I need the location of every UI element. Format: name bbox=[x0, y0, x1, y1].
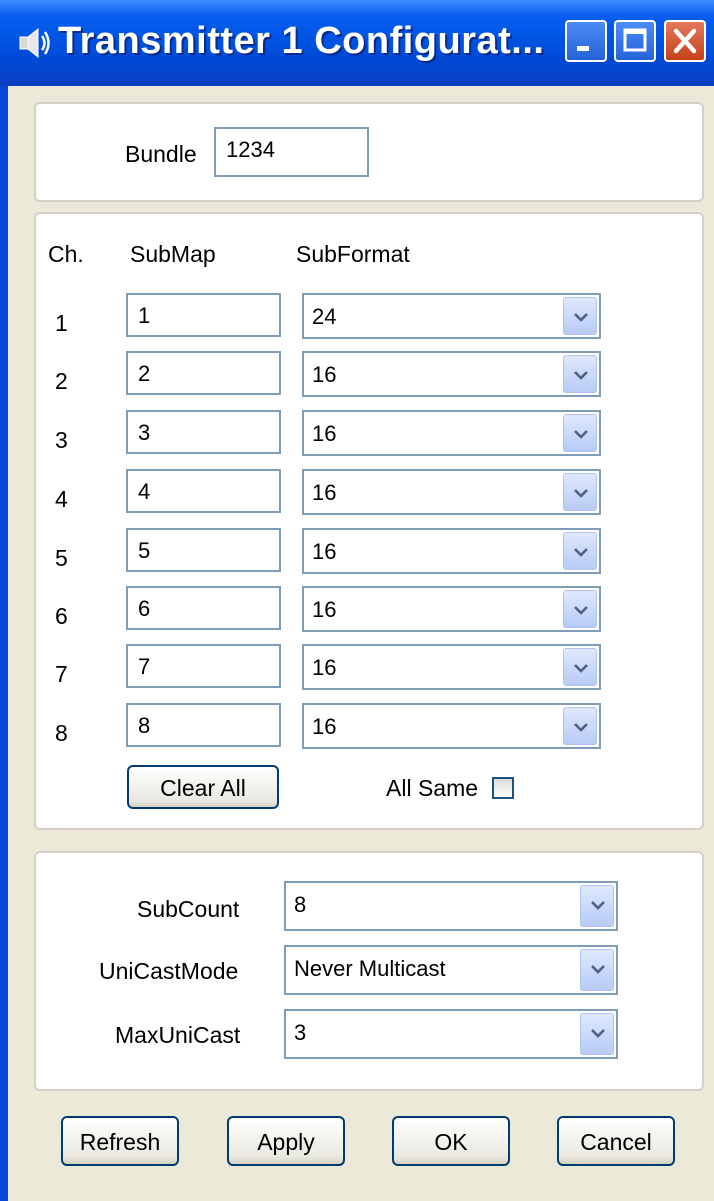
dropdown-button[interactable] bbox=[563, 473, 597, 511]
subformat-select-4[interactable]: 16 bbox=[302, 469, 601, 515]
dropdown-button[interactable] bbox=[580, 885, 614, 927]
submap-input-3[interactable]: 3 bbox=[126, 410, 281, 454]
bundle-label: Bundle bbox=[125, 141, 197, 167]
subformat-value: 16 bbox=[312, 539, 337, 564]
chevron-down-icon bbox=[591, 1029, 605, 1038]
submap-input-4[interactable]: 4 bbox=[126, 469, 281, 513]
dropdown-button[interactable] bbox=[563, 297, 597, 335]
dialog-window: Transmitter 1 Configurat... Bundle 1234 … bbox=[0, 0, 714, 1201]
max-unicast-value: 3 bbox=[294, 1020, 307, 1045]
submap-input-5[interactable]: 5 bbox=[126, 528, 281, 572]
max-unicast-select[interactable]: 3 bbox=[284, 1009, 618, 1059]
dropdown-button[interactable] bbox=[563, 414, 597, 452]
subcount-select[interactable]: 8 bbox=[284, 881, 618, 931]
all-same-checkbox[interactable] bbox=[492, 777, 514, 799]
submap-input-6[interactable]: 6 bbox=[126, 586, 281, 630]
submap-input-8[interactable]: 8 bbox=[126, 703, 281, 747]
unicast-mode-label: UniCastMode bbox=[99, 958, 239, 984]
dropdown-button[interactable] bbox=[580, 1013, 614, 1055]
maximize-icon bbox=[623, 28, 647, 52]
submap-input-1[interactable]: 1 bbox=[126, 293, 281, 337]
subcount-value: 8 bbox=[294, 892, 307, 917]
minimize-button[interactable] bbox=[565, 20, 607, 62]
subformat-select-3[interactable]: 16 bbox=[302, 410, 601, 456]
channel-number: 8 bbox=[55, 720, 68, 746]
subformat-value: 16 bbox=[312, 480, 337, 505]
chevron-down-icon bbox=[591, 965, 605, 974]
refresh-button[interactable]: Refresh bbox=[61, 1116, 179, 1166]
window-frame-left bbox=[0, 86, 8, 1201]
chevron-down-icon bbox=[574, 606, 588, 615]
dropdown-button[interactable] bbox=[563, 590, 597, 628]
chevron-down-icon bbox=[574, 664, 588, 673]
dropdown-button[interactable] bbox=[580, 949, 614, 991]
channel-number: 1 bbox=[55, 310, 68, 336]
dropdown-button[interactable] bbox=[563, 532, 597, 570]
header-ch: Ch. bbox=[48, 241, 84, 267]
header-subformat: SubFormat bbox=[296, 241, 410, 267]
close-button[interactable] bbox=[664, 20, 706, 62]
subformat-value: 16 bbox=[312, 421, 337, 446]
subformat-select-6[interactable]: 16 bbox=[302, 586, 601, 632]
subformat-value: 16 bbox=[312, 597, 337, 622]
unicast-mode-value: Never Multicast bbox=[294, 956, 446, 981]
all-same-label: All Same bbox=[386, 775, 479, 801]
channel-number: 5 bbox=[55, 545, 68, 571]
channel-number: 6 bbox=[55, 603, 68, 629]
chevron-down-icon bbox=[591, 901, 605, 910]
bundle-input[interactable]: 1234 bbox=[214, 127, 369, 177]
unicast-mode-select[interactable]: Never Multicast bbox=[284, 945, 618, 995]
chevron-down-icon bbox=[574, 548, 588, 557]
close-icon bbox=[673, 28, 697, 54]
subformat-value: 24 bbox=[312, 304, 337, 329]
dropdown-button[interactable] bbox=[563, 648, 597, 686]
submap-input-2[interactable]: 2 bbox=[126, 351, 281, 395]
dropdown-button[interactable] bbox=[563, 355, 597, 393]
max-unicast-label: MaxUniCast bbox=[115, 1022, 241, 1048]
minimize-icon bbox=[577, 46, 589, 51]
subformat-select-7[interactable]: 16 bbox=[302, 644, 601, 690]
chevron-down-icon bbox=[574, 489, 588, 498]
channel-number: 2 bbox=[55, 368, 68, 394]
subcount-label: SubCount bbox=[137, 896, 240, 922]
subformat-select-1[interactable]: 24 bbox=[302, 293, 601, 339]
title-bar[interactable]: Transmitter 1 Configurat... bbox=[0, 0, 714, 86]
channel-number: 3 bbox=[55, 427, 68, 453]
header-submap: SubMap bbox=[130, 241, 216, 267]
subformat-select-2[interactable]: 16 bbox=[302, 351, 601, 397]
ok-button[interactable]: OK bbox=[392, 1116, 510, 1166]
subformat-value: 16 bbox=[312, 362, 337, 387]
cancel-button[interactable]: Cancel bbox=[557, 1116, 675, 1166]
chevron-down-icon bbox=[574, 371, 588, 380]
channel-number: 4 bbox=[55, 486, 68, 512]
chevron-down-icon bbox=[574, 723, 588, 732]
apply-button[interactable]: Apply bbox=[227, 1116, 345, 1166]
clear-all-button[interactable]: Clear All bbox=[127, 765, 279, 809]
speaker-icon bbox=[19, 27, 50, 59]
subformat-select-8[interactable]: 16 bbox=[302, 703, 601, 749]
dropdown-button[interactable] bbox=[563, 707, 597, 745]
subformat-value: 16 bbox=[312, 655, 337, 680]
window-title: Transmitter 1 Configurat... bbox=[58, 20, 545, 62]
subformat-select-5[interactable]: 16 bbox=[302, 528, 601, 574]
channel-number: 7 bbox=[55, 661, 68, 687]
chevron-down-icon bbox=[574, 313, 588, 322]
chevron-down-icon bbox=[574, 430, 588, 439]
maximize-button[interactable] bbox=[614, 20, 656, 62]
submap-input-7[interactable]: 7 bbox=[126, 644, 281, 688]
subformat-value: 16 bbox=[312, 714, 337, 739]
